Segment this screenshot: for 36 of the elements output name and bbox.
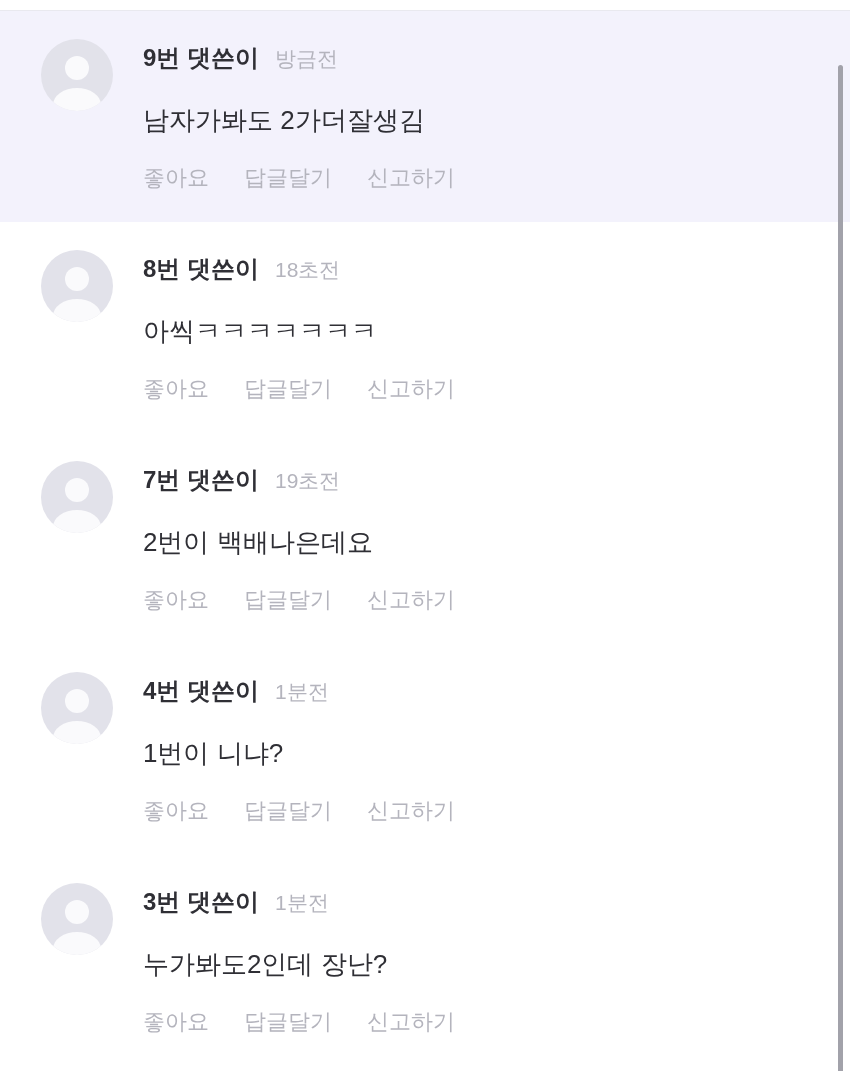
comment-action-link[interactable]: 좋아요 xyxy=(143,585,209,615)
comment-time: 1분전 xyxy=(275,679,329,705)
comment-time: 1분전 xyxy=(275,890,329,916)
comment-text: 2번이 백배나은데요 xyxy=(143,526,373,559)
comment-action-link[interactable]: 좋아요 xyxy=(143,374,209,404)
comment-action-link[interactable]: 답글달기 xyxy=(244,374,332,404)
comment-action-link[interactable]: 좋아요 xyxy=(143,1007,209,1037)
comment-author: 3번 댓쓴이 xyxy=(143,887,259,917)
comment-action-link[interactable]: 답글달기 xyxy=(244,1007,332,1037)
comment-action-link[interactable]: 답글달기 xyxy=(244,796,332,826)
comment-action-link[interactable]: 답글달기 xyxy=(244,585,332,615)
comment-action-link[interactable]: 신고하기 xyxy=(367,374,455,404)
comment-text: 남자가봐도 2가더잘생김 xyxy=(143,104,425,137)
comment-action-link[interactable]: 신고하기 xyxy=(367,1007,455,1037)
comment-time: 방금전 xyxy=(275,46,338,72)
comment-action-link[interactable]: 신고하기 xyxy=(367,796,455,826)
comment-action-link[interactable]: 신고하기 xyxy=(367,585,455,615)
comment-action-link[interactable]: 좋아요 xyxy=(143,796,209,826)
comment-text: 누가봐도2인데 장난? xyxy=(143,948,388,981)
avatar-icon xyxy=(41,250,113,322)
comment-author: 4번 댓쓴이 xyxy=(143,676,259,706)
comment-action-link[interactable]: 좋아요 xyxy=(143,163,209,193)
avatar-icon xyxy=(41,461,113,533)
comment-text: 1번이 니냐? xyxy=(143,737,284,770)
comment-time: 19초전 xyxy=(275,468,341,494)
comment-action-link[interactable]: 답글달기 xyxy=(244,163,332,193)
comment-text: 아씩ㅋㅋㅋㅋㅋㅋㅋ xyxy=(143,315,377,348)
comment-author: 7번 댓쓴이 xyxy=(143,465,259,495)
comment-author: 9번 댓쓴이 xyxy=(143,43,259,73)
scrollbar-thumb[interactable] xyxy=(838,65,843,1071)
comment-action-link[interactable]: 신고하기 xyxy=(367,163,455,193)
avatar-icon xyxy=(41,883,113,955)
avatar-icon xyxy=(41,39,113,111)
comment-author: 8번 댓쓴이 xyxy=(143,254,259,284)
comment-time: 18초전 xyxy=(275,257,341,283)
avatar-icon xyxy=(41,672,113,744)
